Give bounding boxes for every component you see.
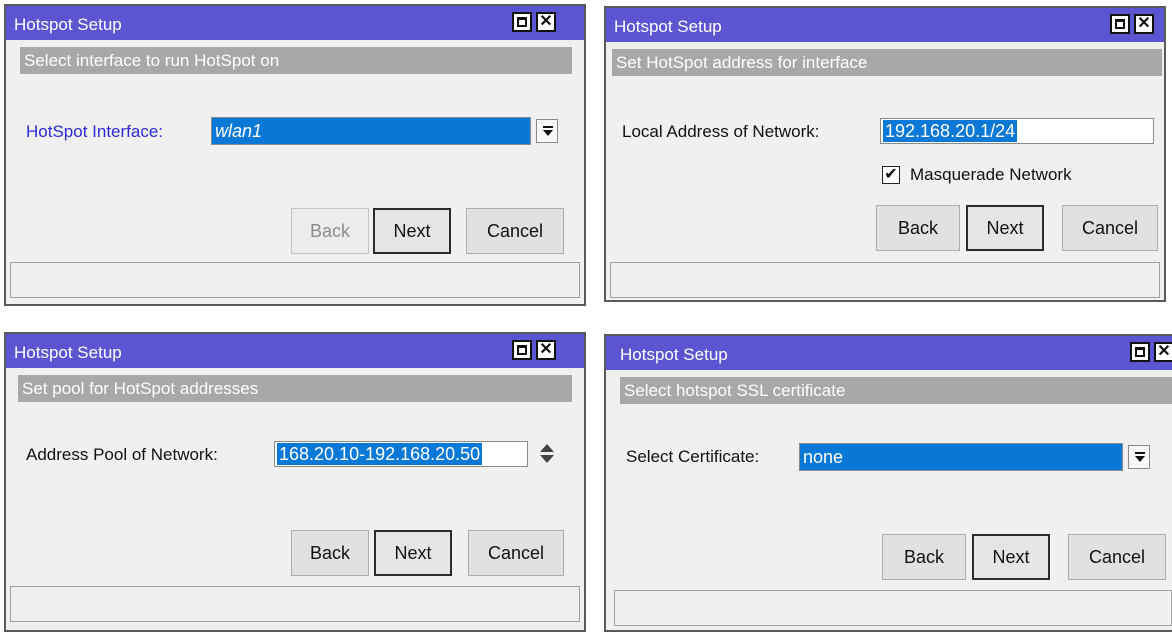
close-icon[interactable]: ✕ <box>1154 342 1172 362</box>
address-pool-input[interactable]: 168.20.10-192.168.20.50 <box>274 441 528 467</box>
title-bar[interactable]: Hotspot Setup ✕ <box>6 6 584 40</box>
local-address-label: Local Address of Network: <box>622 122 820 141</box>
title-bar[interactable]: Hotspot Setup ✕ <box>606 336 1172 370</box>
cancel-button[interactable]: Cancel <box>1068 534 1166 580</box>
next-button[interactable]: Next <box>972 534 1050 580</box>
address-pool-value: 168.20.10-192.168.20.50 <box>277 443 483 465</box>
address-pool-label: Address Pool of Network: <box>26 445 218 464</box>
hotspot-setup-dialog-pool: Hotspot Setup ✕ Set pool for HotSpot add… <box>4 332 586 632</box>
window-title: Hotspot Setup <box>614 17 722 36</box>
section-header: Select hotspot SSL certificate <box>620 377 1172 404</box>
window-title: Hotspot Setup <box>14 343 122 362</box>
cancel-button[interactable]: Cancel <box>1062 205 1158 251</box>
back-button[interactable]: Back <box>876 205 960 251</box>
masquerade-checkbox[interactable]: ✔ <box>882 166 900 184</box>
status-bar <box>10 262 580 298</box>
back-button[interactable]: Back <box>291 530 369 576</box>
section-header: Select interface to run HotSpot on <box>20 47 572 74</box>
section-header: Set pool for HotSpot addresses <box>18 375 572 402</box>
status-bar <box>614 590 1172 626</box>
local-address-input[interactable]: 192.168.20.1/24 <box>880 118 1154 144</box>
checkmark-icon: ✔ <box>884 166 898 183</box>
cancel-button[interactable]: Cancel <box>466 208 564 254</box>
masquerade-label: Masquerade Network <box>910 165 1072 184</box>
status-bar <box>610 262 1160 298</box>
section-header: Set HotSpot address for interface <box>612 49 1162 76</box>
local-address-value: 192.168.20.1/24 <box>883 120 1018 142</box>
hotspot-setup-dialog-interface: Hotspot Setup ✕ Select interface to run … <box>4 4 586 306</box>
maximize-icon[interactable] <box>1110 14 1130 34</box>
hotspot-setup-dialog-certificate: Hotspot Setup ✕ Select hotspot SSL certi… <box>604 334 1172 632</box>
next-button[interactable]: Next <box>966 205 1044 251</box>
close-icon[interactable]: ✕ <box>1134 14 1154 34</box>
close-icon[interactable]: ✕ <box>536 340 556 360</box>
back-button[interactable]: Back <box>882 534 966 580</box>
window-title: Hotspot Setup <box>14 15 122 34</box>
maximize-icon[interactable] <box>1130 342 1150 362</box>
certificate-select[interactable]: none <box>799 443 1123 471</box>
hotspot-interface-label: HotSpot Interface: <box>26 122 164 141</box>
status-bar <box>10 586 580 622</box>
hotspot-interface-select[interactable]: wlan1 <box>211 117 531 145</box>
next-button[interactable]: Next <box>374 530 452 576</box>
window-title: Hotspot Setup <box>620 345 728 364</box>
select-certificate-label: Select Certificate: <box>626 447 760 466</box>
hotspot-interface-value: wlan1 <box>215 121 263 141</box>
maximize-icon[interactable] <box>512 340 532 360</box>
maximize-icon[interactable] <box>512 12 532 32</box>
title-bar[interactable]: Hotspot Setup ✕ <box>606 8 1164 42</box>
title-bar[interactable]: Hotspot Setup ✕ <box>6 334 584 368</box>
certificate-value: none <box>803 447 844 467</box>
dropdown-arrow-icon[interactable] <box>1128 445 1150 469</box>
back-button[interactable]: Back <box>291 208 369 254</box>
next-button[interactable]: Next <box>373 208 451 254</box>
cancel-button[interactable]: Cancel <box>468 530 564 576</box>
hotspot-setup-dialog-address: Hotspot Setup ✕ Set HotSpot address for … <box>604 6 1166 302</box>
close-icon[interactable]: ✕ <box>536 12 556 32</box>
dropdown-arrow-icon[interactable] <box>536 119 558 143</box>
spinner-icon[interactable] <box>540 444 554 464</box>
